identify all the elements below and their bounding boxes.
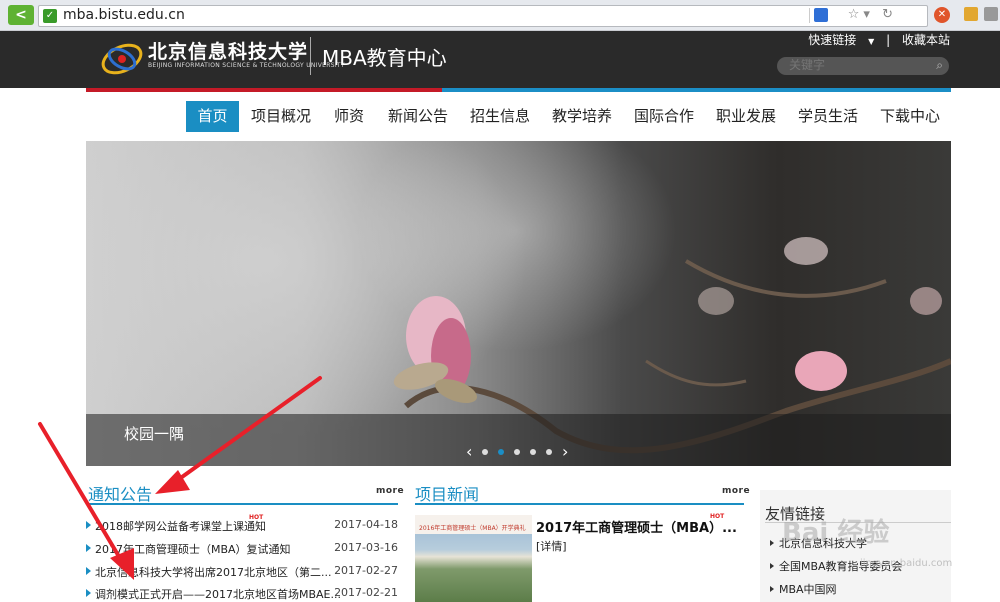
nav-item-student-life[interactable]: 学员生活 [796, 101, 860, 132]
logo-divider [310, 37, 311, 75]
bullet-icon [86, 544, 91, 552]
notice-title[interactable]: 调剂模式正式开启——2017北京地区首场MBAE... [95, 586, 341, 602]
extension-icon[interactable] [984, 7, 998, 21]
nav-item-international[interactable]: 国际合作 [632, 101, 696, 132]
site-search-input[interactable] [789, 58, 929, 72]
university-logo-icon[interactable] [98, 37, 144, 77]
next-slide-button[interactable]: › [562, 444, 568, 460]
news-thumb-caption: 2016年工商管理硕士（MBA）开学典礼 [419, 525, 526, 532]
caret-down-icon: ▼ [868, 37, 875, 46]
slide-dot-4[interactable] [530, 449, 536, 455]
news-rule [415, 503, 744, 505]
center-name[interactable]: MBA教育中心 [322, 42, 447, 71]
arrow-head-icon [155, 470, 190, 494]
news-more-link[interactable]: more [722, 486, 750, 496]
link-separator: | [886, 33, 891, 47]
browser-search-box[interactable]: ⌕ [809, 8, 950, 24]
slide-dot-1[interactable] [482, 449, 488, 455]
quick-links-menu[interactable]: 快速链接 ▼ [800, 33, 874, 47]
bookmark-site-link[interactable]: 收藏本站 [902, 33, 950, 47]
search-icon[interactable]: ⌕ [936, 58, 943, 73]
hot-badge: HOT [249, 514, 264, 521]
notice-item[interactable]: 调剂模式正式开启——2017北京地区首场MBAE... 2017-02-21 [86, 586, 398, 602]
nav-item-teaching[interactable]: 教学培养 [550, 101, 614, 132]
watermark-url: jingyan.baidu.com [860, 558, 953, 569]
notice-item[interactable]: 2017年工商管理硕士（MBA）复试通知 2017-03-16 [86, 541, 398, 557]
site-header: 北京信息科技大学 BEIJING INFORMATION SCIENCE & T… [0, 31, 1000, 88]
notice-item[interactable]: 北京信息科技大学将出席2017北京地区（第二... 2017-02-27 [86, 564, 398, 580]
slide-dot-5[interactable] [546, 449, 552, 455]
notices-rule [86, 503, 398, 505]
extension-shield-icon[interactable]: ✕ [934, 7, 950, 23]
banner-caption-bar: 校园一隅 ‹ › [86, 414, 951, 466]
notice-date: 2017-03-16 [334, 541, 398, 554]
bullet-icon [770, 586, 774, 592]
friend-link[interactable]: MBA中国网 [770, 581, 837, 597]
notices-title[interactable]: 通知公告 [88, 481, 152, 505]
logo-chinese-name[interactable]: 北京信息科技大学 [148, 37, 308, 64]
slide-dot-3[interactable] [514, 449, 520, 455]
bullet-icon [86, 589, 91, 597]
nav-item-downloads[interactable]: 下载中心 [878, 101, 942, 132]
site-search-box: ⌕ [777, 57, 949, 75]
nav-item-home[interactable]: 首页 [186, 101, 239, 132]
nav-item-admissions[interactable]: 招生信息 [468, 101, 532, 132]
nav-item-career[interactable]: 职业发展 [714, 101, 778, 132]
banner-slideshow[interactable]: 校园一隅 ‹ › [86, 141, 951, 466]
news-headline[interactable]: 2017年工商管理硕士（MBA）... [536, 517, 737, 536]
news-detail-link[interactable]: [详情] [536, 538, 567, 554]
browser-toolbar: < ✓ mba.bistu.edu.cn ☆▾ ↻ ⌕ ✕ [0, 0, 1000, 31]
watermark: Bai 经验 [782, 518, 890, 548]
news-title[interactable]: 项目新闻 [415, 481, 479, 505]
search-engine-icon[interactable] [814, 8, 828, 22]
logo-english-name: BEIJING INFORMATION SCIENCE & TECHNOLOGY… [148, 62, 345, 69]
notice-title[interactable]: 2018邮学网公益备考课堂上课通知 [95, 518, 266, 534]
notices-more-link[interactable]: more [376, 486, 404, 496]
hot-badge: HOT [710, 513, 725, 520]
bullet-icon [770, 563, 774, 569]
top-links: 快速链接 ▼ | 收藏本站 [792, 31, 950, 48]
news-thumbnail[interactable]: 2016年工商管理硕士（MBA）开学典礼 [415, 515, 532, 602]
accent-stripe-red [86, 88, 442, 92]
nav-item-overview[interactable]: 项目概况 [248, 101, 314, 132]
slide-dot-2[interactable] [498, 449, 504, 455]
notice-date: 2017-02-27 [334, 564, 398, 577]
banner-caption: 校园一隅 [124, 425, 185, 443]
bullet-icon [770, 540, 774, 546]
prev-slide-button[interactable]: ‹ [466, 444, 472, 460]
address-bar[interactable]: ✓ mba.bistu.edu.cn ☆▾ ↻ ⌕ [38, 5, 946, 27]
notice-item[interactable]: 2018邮学网公益备考课堂上课通知 HOT 2017-04-18 [86, 514, 398, 534]
back-button[interactable]: < [8, 5, 34, 25]
notice-date: 2017-02-21 [334, 586, 398, 599]
notice-date: 2017-04-18 [334, 518, 398, 531]
notice-title[interactable]: 北京信息科技大学将出席2017北京地区（第二... [95, 564, 331, 580]
nav-item-faculty[interactable]: 师资 [329, 101, 369, 132]
nav-item-news[interactable]: 新闻公告 [386, 101, 450, 132]
lock-icon[interactable] [964, 7, 978, 21]
url-text[interactable]: mba.bistu.edu.cn [63, 7, 185, 23]
accent-stripe-blue [442, 88, 951, 92]
bullet-icon [86, 567, 91, 575]
bullet-icon [86, 521, 91, 529]
notice-title[interactable]: 2017年工商管理硕士（MBA）复试通知 [95, 541, 291, 557]
secure-check-icon: ✓ [43, 9, 57, 23]
